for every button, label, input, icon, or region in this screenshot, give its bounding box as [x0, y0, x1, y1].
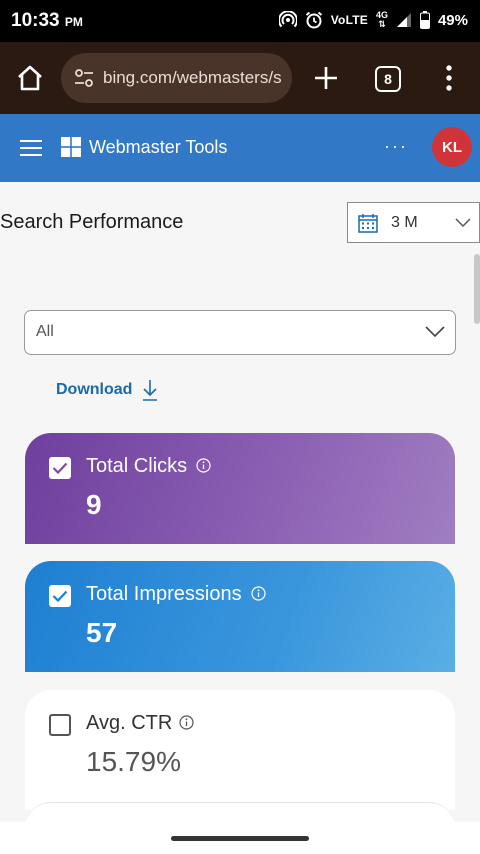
home-icon[interactable] — [14, 62, 46, 94]
page-title: Search Performance — [0, 211, 184, 233]
address-bar[interactable]: bing.com/webmasters/s — [61, 53, 292, 103]
checkmark-icon — [52, 462, 68, 475]
metric-card-avg-ctr[interactable]: Avg. CTR 15.79% — [25, 690, 455, 810]
download-button[interactable]: Download — [56, 379, 158, 401]
total-impressions-checkbox[interactable] — [49, 585, 71, 607]
site-settings-icon[interactable] — [73, 67, 95, 89]
avg-ctr-checkbox[interactable] — [49, 714, 71, 736]
download-arrow-icon — [143, 380, 158, 401]
network-type: 4G — [375, 10, 388, 20]
network-indicator: 4G ⇅ — [375, 10, 388, 29]
status-time: 10:33 PM — [11, 10, 83, 32]
windows-logo-icon — [61, 137, 81, 157]
calendar-icon — [358, 214, 378, 233]
checkmark-icon — [52, 590, 68, 603]
signal-icon — [396, 13, 411, 27]
user-avatar[interactable]: KL — [432, 127, 472, 167]
download-label: Download — [56, 381, 133, 398]
status-time-ampm: PM — [64, 15, 83, 29]
app-title[interactable]: Webmaster Tools — [89, 137, 227, 158]
battery-percent: 49% — [437, 11, 468, 29]
url-text: bing.com/webmasters/s — [103, 68, 282, 87]
status-icons: VoLTE 4G ⇅ 49% — [278, 10, 468, 29]
info-icon[interactable] — [179, 715, 194, 730]
metric-label: Total Impressions — [86, 583, 242, 605]
new-tab-icon[interactable] — [311, 63, 341, 93]
date-range-value: 3 M — [391, 214, 418, 231]
tab-switcher-button[interactable]: 8 — [375, 66, 401, 92]
metric-value: 15.79% — [86, 746, 181, 777]
overflow-menu-icon[interactable] — [438, 62, 460, 94]
browser-toolbar: bing.com/webmasters/s 8 — [0, 42, 480, 114]
metric-label: Avg. CTR — [86, 712, 173, 734]
filter-value: All — [36, 323, 54, 340]
hotspot-icon — [278, 11, 297, 28]
battery-icon — [419, 11, 430, 29]
metric-card-total-impressions[interactable]: Total Impressions 57 — [25, 561, 455, 672]
metric-value: 9 — [86, 489, 102, 520]
info-icon[interactable] — [196, 458, 211, 473]
date-range-dropdown[interactable]: 3 M — [347, 202, 480, 243]
chevron-down-icon — [455, 218, 471, 228]
metric-value: 57 — [86, 617, 118, 648]
metric-label: Total Clicks — [86, 455, 188, 477]
total-clicks-checkbox[interactable] — [49, 457, 71, 479]
hamburger-menu-icon[interactable] — [20, 139, 42, 157]
home-gesture-handle[interactable] — [171, 836, 309, 841]
more-options-button[interactable]: ··· — [384, 136, 408, 157]
status-time-value: 10:33 — [11, 10, 60, 31]
info-icon[interactable] — [251, 586, 266, 601]
metric-card-next[interactable] — [25, 802, 455, 822]
volte-indicator: VoLTE — [330, 13, 368, 27]
scrollbar-thumb[interactable] — [474, 254, 480, 324]
status-bar: 10:33 PM VoLTE 4G ⇅ 49% — [0, 0, 480, 42]
gesture-nav-bar — [0, 822, 480, 854]
web-page: Webmaster Tools ··· KL Search Performanc… — [0, 114, 480, 822]
filter-dropdown[interactable]: All — [24, 310, 456, 355]
metric-card-total-clicks[interactable]: Total Clicks 9 — [25, 433, 455, 544]
chevron-down-icon — [425, 326, 445, 338]
app-header: Webmaster Tools ··· KL — [0, 114, 480, 182]
alarm-icon — [305, 11, 322, 29]
